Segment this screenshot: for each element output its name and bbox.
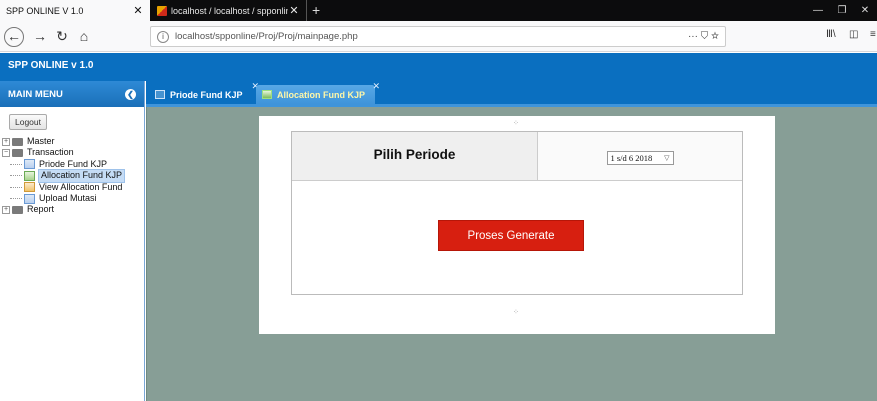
tree-item-view-allocation[interactable]: View Allocation Fund [0,182,144,193]
expand-icon[interactable]: + [2,137,10,146]
forward-arrow-icon[interactable]: → [30,27,50,47]
tree-item-upload-mutasi[interactable]: Upload Mutasi [0,193,144,204]
tree-item-priode-fund[interactable]: Priode Fund KJP [0,159,144,170]
content-tabbar: Priode Fund KJP ✕ Allocation Fund KJP ✕ [146,81,877,107]
browser-tab-localhost[interactable]: localhost / localhost / spponlin ✕ [151,0,307,21]
tab-priode-fund[interactable]: Priode Fund KJP ✕ [149,81,259,104]
menu-tree: + Master − Transaction Priode Fund KJP A… [0,136,144,216]
expand-icon[interactable]: + [2,206,10,215]
chevron-down-icon: ▽ [664,153,670,162]
folder-icon [12,149,23,158]
minimize-icon[interactable]: — [806,0,830,21]
table-icon [24,193,35,204]
proses-generate-button[interactable]: Proses Generate [438,220,584,251]
form-edit-icon [262,90,272,99]
tree-node-master[interactable]: + Master [0,136,144,147]
window-close-icon[interactable]: ✕ [853,0,877,21]
url-bar[interactable]: i localhost/spponline/Proj/Proj/mainpage… [150,26,726,47]
periode-select[interactable]: 1 s/d 6 2018 ▽ [606,150,674,165]
browser-tabstrip: SPP ONLINE V 1.0 ✕ localhost / localhost… [0,0,877,21]
content-area: ⁘ Pilih Periode 1 s/d 6 2018 ▽ Proses Ge… [146,107,877,401]
new-tab-icon[interactable]: + [312,0,320,21]
browser-tab-title: localhost / localhost / spponlin [171,5,288,16]
reload-icon[interactable]: ↻ [52,27,72,47]
back-arrow-icon[interactable]: ← [4,27,24,47]
browser-tab-spp[interactable]: SPP ONLINE V 1.0 ✕ [0,0,150,21]
tab-allocation-fund[interactable]: Allocation Fund KJP ✕ [256,81,380,104]
sidebar-header: MAIN MENU ❮ [0,81,144,107]
url-text: localhost/spponline/Proj/Proj/mainpage.p… [175,31,358,42]
browser-tab-title: SPP ONLINE V 1.0 [6,5,84,16]
page-actions[interactable]: ··· ⛉ ☆ [688,31,719,42]
collapse-icon[interactable]: ❮ [125,88,136,100]
loading-icon: ⁘ [513,309,519,316]
form-icon [155,90,165,99]
periode-form: Pilih Periode 1 s/d 6 2018 ▽ Proses Gene… [291,131,743,295]
logout-button[interactable]: Logout [9,114,47,130]
allocation-panel: ⁘ Pilih Periode 1 s/d 6 2018 ▽ Proses Ge… [259,116,775,334]
browser-navbar: ← → ↻ ⌂ i localhost/spponline/Proj/Proj/… [0,21,877,52]
library-icon[interactable]: Ⅲ\ [826,29,836,40]
loading-icon: ⁘ [513,120,519,127]
phpmyadmin-icon [157,5,167,16]
restore-icon[interactable]: ❐ [830,0,854,21]
close-icon[interactable]: ✕ [372,81,380,92]
menu-icon[interactable]: ≡ [870,29,876,40]
sidebar-toggle-icon[interactable]: ◫ [849,29,858,40]
form-edit-icon [24,170,35,181]
info-icon[interactable]: i [157,30,169,43]
tree-node-report[interactable]: + Report [0,204,144,215]
form-icon [24,159,35,170]
report-icon [24,182,35,193]
app-title: SPP ONLINE v 1.0 [0,53,877,81]
tree-item-allocation-fund[interactable]: Allocation Fund KJP [0,169,144,183]
tree-node-transaction[interactable]: − Transaction [0,147,144,158]
periode-label: Pilih Periode [292,132,538,180]
folder-icon [12,206,23,215]
sidebar: MAIN MENU ❮ Logout + Master − Transactio… [0,81,145,401]
home-icon[interactable]: ⌂ [74,27,94,47]
close-icon[interactable]: ✕ [132,4,144,17]
folder-icon [12,137,23,146]
collapse-node-icon[interactable]: − [2,149,10,158]
sidebar-title: MAIN MENU [8,88,63,100]
close-icon[interactable]: ✕ [288,4,300,17]
